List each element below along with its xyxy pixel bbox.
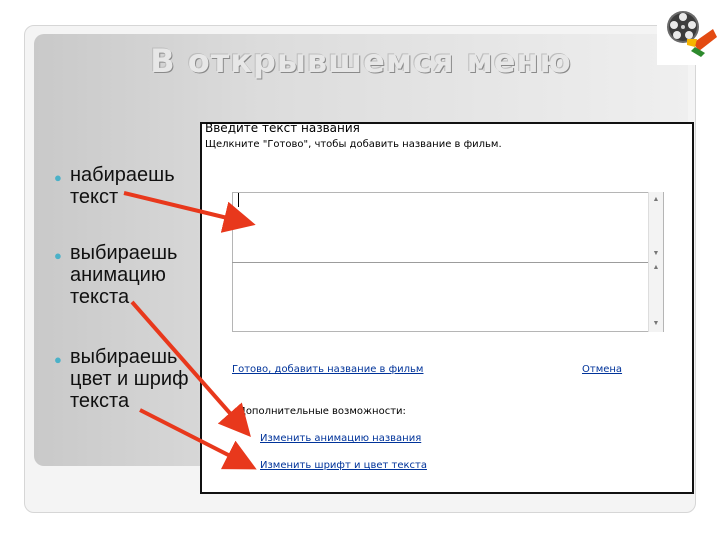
- arrow-to-font-link: [139, 408, 257, 470]
- arrow-to-text-input: [123, 191, 256, 233]
- annotation-arrows: [123, 191, 257, 470]
- arrow-to-animation-link: [130, 300, 251, 438]
